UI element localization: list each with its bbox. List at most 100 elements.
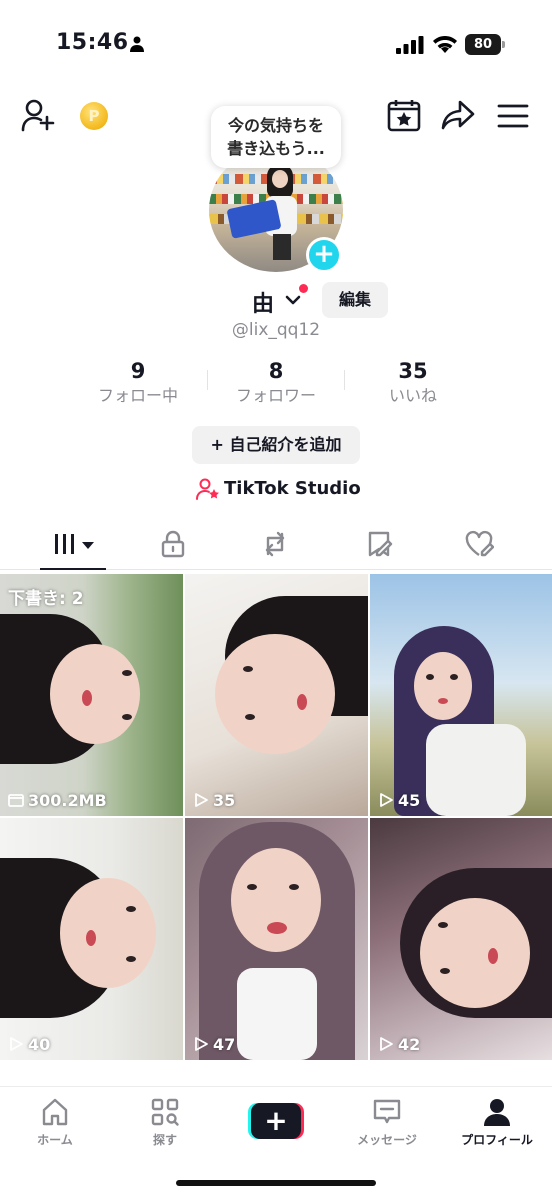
share-icon[interactable] — [440, 98, 476, 132]
thumbnail-lips — [82, 690, 92, 706]
nav-inbox[interactable]: メッセージ — [342, 1097, 432, 1148]
video-thumbnail[interactable]: 35 — [185, 574, 368, 816]
stat-label: いいね — [388, 386, 437, 405]
profile-icon — [484, 1099, 510, 1126]
thumbnail-face — [414, 652, 472, 720]
nav-explore-label: 探す — [152, 1133, 177, 1147]
nav-home[interactable]: ホーム — [10, 1097, 100, 1148]
view-count: 40 — [8, 1035, 50, 1054]
lock-icon — [161, 530, 185, 558]
nav-home-label: ホーム — [37, 1133, 73, 1147]
nav-profile[interactable]: プロフィール — [452, 1097, 542, 1148]
draft-size: 300.2MB — [8, 791, 107, 810]
coin-icon[interactable] — [80, 102, 108, 130]
stat-following[interactable]: 9 フォロー中 — [68, 358, 208, 408]
thumbnail-eye — [247, 884, 257, 890]
thumbnail-shirt — [237, 968, 317, 1060]
thumbnail-shirt — [426, 724, 526, 816]
thumbnail-eye — [243, 666, 253, 672]
chevron-down-icon[interactable] — [283, 290, 303, 310]
thumbnail-eye — [450, 674, 458, 680]
grid-icon — [55, 534, 94, 554]
stat-followers[interactable]: 8 フォロワー — [206, 358, 346, 408]
thumbnail-eye — [245, 714, 255, 720]
thumbnail-face — [60, 878, 156, 988]
play-icon — [380, 1037, 393, 1051]
status-time: 15:46 — [56, 30, 129, 55]
video-thumbnail[interactable]: 40 — [0, 818, 183, 1060]
play-icon — [10, 1037, 23, 1051]
mood-bubble[interactable]: 今の気持ちを 書き込もう... — [211, 106, 341, 168]
tab-private[interactable] — [158, 530, 194, 560]
inbox-icon — [373, 1099, 401, 1124]
thumbnail-eye — [289, 884, 299, 890]
edit-profile-button[interactable]: 編集 — [322, 282, 388, 318]
view-count-value: 47 — [213, 1035, 236, 1054]
repost-icon — [265, 531, 285, 557]
folder-icon — [8, 794, 24, 807]
bookmark-icon — [368, 531, 393, 557]
video-thumbnail[interactable]: 45 — [370, 574, 552, 816]
menu-icon[interactable] — [496, 102, 530, 130]
username: @lix_qq12 — [231, 320, 321, 340]
nav-explore[interactable]: 探す — [120, 1097, 210, 1148]
active-tab-indicator — [40, 568, 106, 570]
video-thumbnail[interactable]: 47 — [185, 818, 368, 1060]
thumbnail-face — [215, 634, 335, 754]
display-name: 由 — [252, 292, 275, 317]
view-count: 47 — [193, 1035, 235, 1054]
thumbnail-eye — [426, 674, 434, 680]
view-count-value: 40 — [28, 1035, 51, 1054]
add-bio-button[interactable]: + 自己紹介を追加 — [192, 426, 360, 464]
video-thumbnail[interactable]: 42 — [370, 818, 552, 1060]
stat-likes[interactable]: 35 いいね — [343, 358, 483, 408]
view-count: 45 — [378, 791, 420, 810]
thumbnail-lips — [297, 694, 307, 710]
studio-person-star-icon — [196, 478, 219, 500]
stat-value: 8 — [268, 359, 284, 383]
drafts-label: 下書き: 2 — [8, 589, 84, 609]
tab-videos[interactable] — [52, 530, 98, 560]
thumbnail-eye — [126, 956, 136, 962]
view-count-value: 35 — [213, 791, 236, 810]
avatar-figure-face — [272, 170, 288, 188]
stat-value: 9 — [130, 359, 146, 383]
heart-icon — [465, 530, 495, 557]
view-count: 35 — [193, 791, 235, 810]
status-bar: 15:46 80 — [0, 0, 552, 90]
avatar-figure-legs — [273, 234, 291, 260]
thumbnail-face — [420, 898, 530, 1008]
thumbnail-face — [231, 848, 321, 952]
mood-bubble-line1: 今の気持ちを — [227, 116, 324, 135]
thumbnail-lips — [267, 922, 287, 934]
mood-bubble-line2: 書き込もう... — [227, 139, 325, 158]
thumbnail-eye — [122, 670, 132, 676]
view-count: 42 — [378, 1035, 420, 1054]
calendar-star-icon[interactable] — [386, 98, 422, 132]
signal-icon — [396, 36, 424, 54]
add-friend-icon[interactable] — [20, 98, 56, 132]
thumbnail-face — [50, 644, 140, 744]
home-indicator — [176, 1180, 376, 1186]
thumbnail-eye — [126, 906, 136, 912]
tab-reposts[interactable] — [260, 530, 296, 560]
video-thumbnail-drafts[interactable]: 下書き: 2 300.2MB — [0, 574, 183, 816]
stat-label: フォロワー — [235, 386, 316, 405]
create-button[interactable]: + — [248, 1103, 304, 1139]
play-icon — [380, 793, 393, 807]
tab-saved[interactable] — [364, 530, 400, 560]
content-tabs — [0, 524, 552, 570]
notification-dot — [299, 284, 308, 293]
add-story-plus-icon[interactable]: + — [306, 237, 342, 273]
thumbnail-eye — [122, 714, 132, 720]
explore-icon — [151, 1098, 179, 1126]
person-icon — [130, 36, 144, 52]
thumbnail-lips — [438, 698, 448, 704]
view-count-value: 45 — [398, 791, 421, 810]
thumbnail-lips — [488, 948, 498, 964]
view-count-value: 42 — [398, 1035, 421, 1054]
nav-inbox-label: メッセージ — [357, 1133, 417, 1147]
plus-icon: + — [251, 1103, 301, 1139]
play-icon — [195, 793, 208, 807]
tab-liked[interactable] — [464, 530, 500, 560]
